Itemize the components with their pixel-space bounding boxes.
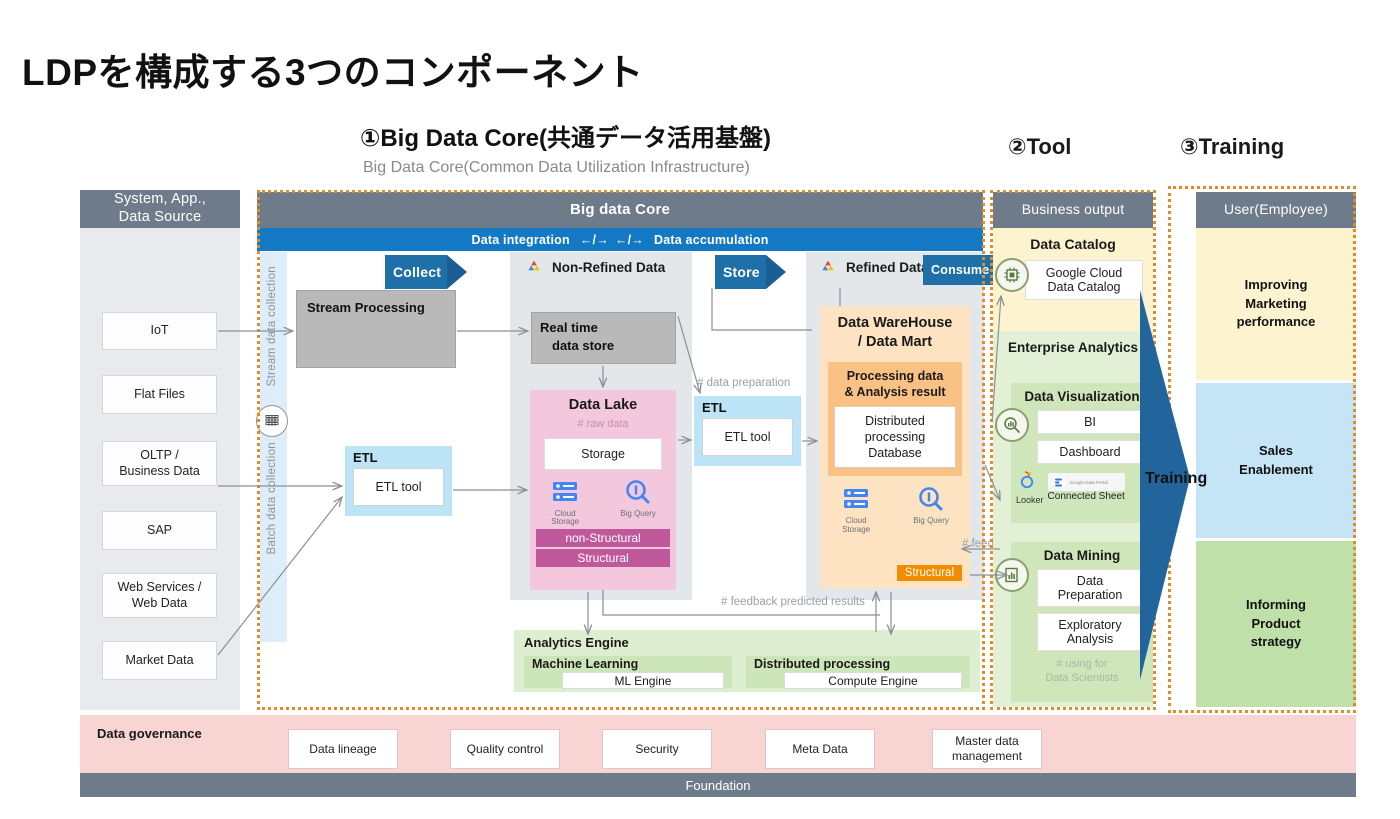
governance-item-data-lineage[interactable]: Data lineage: [288, 729, 398, 769]
training-label: Training: [1145, 470, 1208, 487]
governance-item-label: Data lineage: [309, 741, 377, 756]
governance-item-master-data[interactable]: Master data management: [932, 729, 1042, 769]
governance-item-label: Quality control: [466, 741, 544, 756]
source-item-iot[interactable]: IoT: [102, 312, 217, 350]
source-item-label: IoT: [150, 323, 169, 338]
governance-item-label: Security: [635, 741, 679, 756]
source-item-label: Market Data: [125, 652, 194, 667]
data-governance-title: Data governance: [97, 726, 202, 741]
governance-item-security[interactable]: Security: [602, 729, 712, 769]
source-header-line2: Data Source: [118, 209, 202, 225]
foundation-bar: Foundation: [80, 773, 1356, 797]
source-item-label: SAP: [146, 522, 172, 537]
section-2-title: ②Tool: [1008, 134, 1072, 159]
source-item-flat-files[interactable]: Flat Files: [102, 375, 217, 414]
source-item-label-line1: OLTP /: [140, 447, 179, 462]
governance-item-meta-data[interactable]: Meta Data: [765, 729, 875, 769]
source-header-line1: System, App.,: [113, 191, 207, 208]
training-boundary: [1168, 186, 1356, 713]
governance-item-label-line2: management: [951, 749, 1023, 763]
tool-boundary: [990, 190, 1156, 710]
source-item-label: Flat Files: [134, 386, 185, 401]
section-1-subtitle: Big Data Core(Common Data Utilization In…: [363, 159, 750, 176]
section-1-title: ①Big Data Core(共通データ活用基盤): [360, 125, 771, 152]
governance-item-quality-control[interactable]: Quality control: [450, 729, 560, 769]
source-item-label-line2: Business Data: [119, 463, 200, 478]
section-3-title: ③Training: [1180, 134, 1285, 159]
page-title: LDPを構成する3つのコンポーネント: [22, 52, 644, 93]
source-item-sap[interactable]: SAP: [102, 511, 217, 550]
governance-item-label: Meta Data: [792, 741, 848, 756]
governance-item-label-line1: Master data: [955, 734, 1019, 748]
data-governance-section: [80, 715, 1356, 773]
foundation-label: Foundation: [685, 777, 751, 793]
big-data-core-boundary: [257, 190, 985, 710]
source-item-oltp[interactable]: OLTP / Business Data: [102, 441, 217, 486]
source-column-header: System, App., Data Source: [80, 190, 240, 228]
source-item-market-data[interactable]: Market Data: [102, 641, 217, 680]
source-item-web-services[interactable]: Web Services / Web Data: [102, 573, 217, 618]
source-item-label-line2: Web Data: [131, 595, 188, 610]
source-item-label-line1: Web Services /: [117, 579, 202, 594]
